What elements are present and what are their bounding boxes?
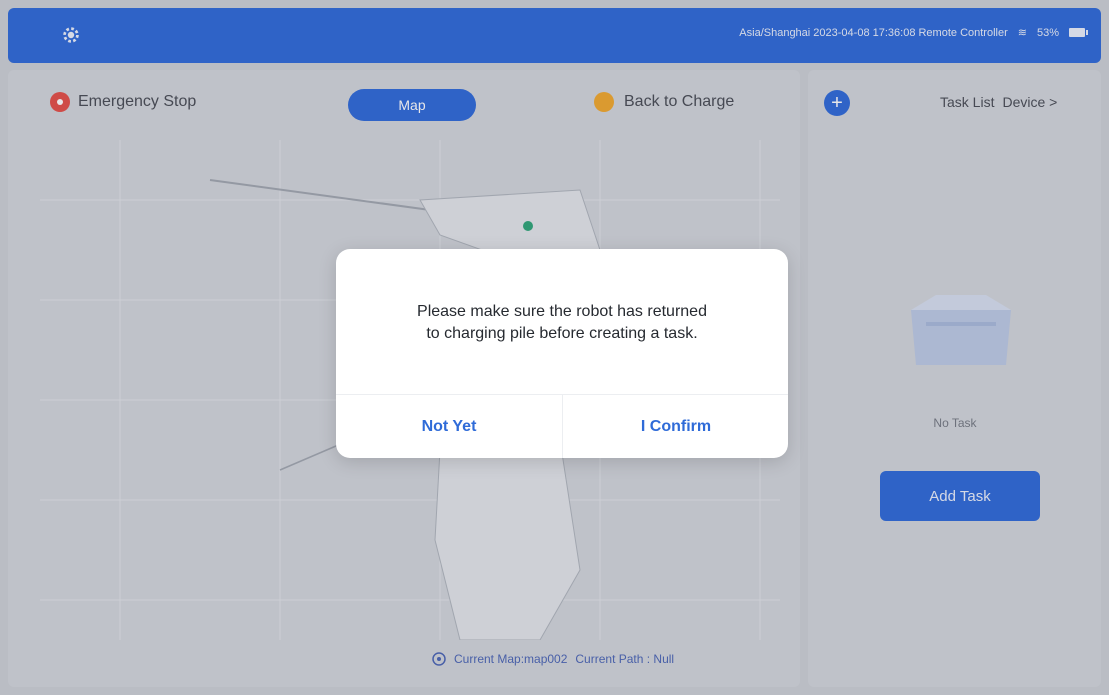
tab-task-list[interactable]: Task List (940, 94, 994, 110)
not-yet-button[interactable]: Not Yet (336, 395, 562, 458)
back-to-charge-button[interactable]: Back to Charge (594, 92, 734, 112)
panel-tabs: Task List Device > (940, 94, 1057, 110)
status-text: Asia/Shanghai 2023-04-08 17:36:08 Remote… (739, 26, 1008, 39)
battery-icon (1069, 28, 1088, 37)
status-bar: Asia/Shanghai 2023-04-08 17:36:08 Remote… (739, 26, 1088, 39)
confirm-button[interactable]: I Confirm (563, 395, 789, 458)
chevron-right-icon: > (1049, 94, 1058, 110)
emergency-stop-button[interactable]: Emergency Stop (50, 92, 196, 112)
empty-box-illustration (906, 290, 1016, 370)
emergency-stop-icon (50, 92, 70, 112)
back-to-charge-label: Back to Charge (624, 93, 735, 110)
settings-gear-icon[interactable] (58, 22, 84, 48)
confirm-dialog: Please make sure the robot has returned … (336, 249, 788, 458)
task-panel (808, 70, 1101, 687)
signal-icon: ≋ (1017, 27, 1027, 39)
add-task-button[interactable]: Add Task (880, 471, 1040, 521)
location-icon (432, 652, 446, 666)
add-icon[interactable]: + (824, 90, 850, 116)
current-path-text: Current Path : Null (575, 652, 675, 666)
top-bar: Asia/Shanghai 2023-04-08 17:36:08 Remote… (8, 8, 1101, 63)
no-task-text: No Task (933, 416, 977, 430)
battery-percentage: 53% (1036, 26, 1059, 39)
map-footer: Current Map:map002 Current Path : Null (432, 652, 674, 666)
current-map-text: Current Map:map002 (454, 652, 568, 666)
map-button[interactable]: Map (348, 89, 476, 121)
charge-icon (594, 92, 614, 112)
tab-device[interactable]: Device > (1002, 94, 1057, 110)
emergency-stop-label: Emergency Stop (78, 93, 197, 110)
dialog-message: Please make sure the robot has returned … (417, 303, 707, 342)
